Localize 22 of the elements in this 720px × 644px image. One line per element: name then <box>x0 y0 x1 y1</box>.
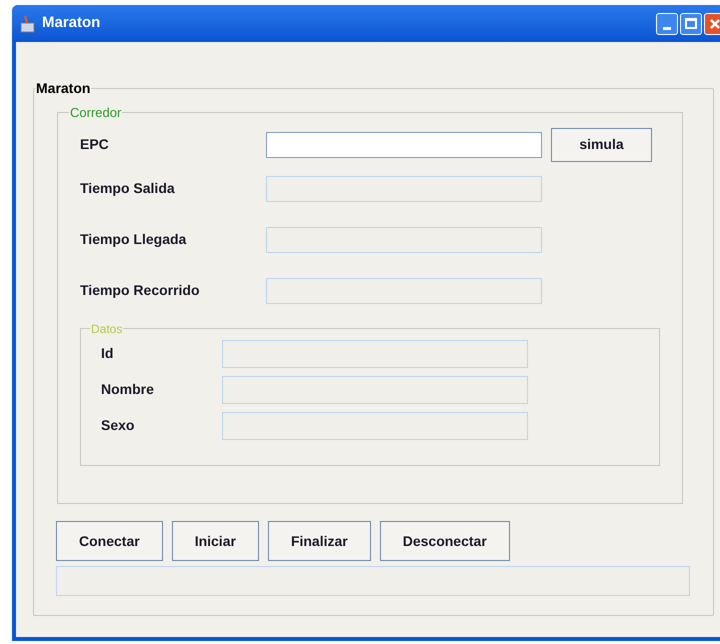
action-button[interactable]: Iniciar <box>172 521 259 561</box>
field-label: Id <box>101 344 114 363</box>
field-label: Tiempo Llegada <box>80 230 188 249</box>
cup-icon <box>20 14 36 32</box>
group-title: Corredor <box>69 104 122 122</box>
text-field[interactable] <box>266 132 542 158</box>
minimize-button[interactable] <box>656 12 678 34</box>
action-button[interactable]: Conectar <box>56 521 163 561</box>
field-label: Tiempo Salida <box>80 179 176 198</box>
action-button[interactable]: Finalizar <box>268 521 371 561</box>
close-icon <box>709 18 720 30</box>
field-label: Nombre <box>101 380 155 399</box>
field-label: Tiempo Recorrido <box>80 281 201 300</box>
action-button[interactable]: Desconectar <box>380 521 510 561</box>
maximize-button[interactable] <box>680 12 702 34</box>
field-label: Sexo <box>101 416 136 435</box>
group-title: Datos <box>90 320 124 338</box>
window-title: Maraton <box>42 13 100 34</box>
close-button[interactable] <box>704 12 720 34</box>
simulate-button[interactable]: simula <box>551 128 652 162</box>
field-label: EPC <box>80 135 110 154</box>
group-title: Maraton <box>35 79 92 98</box>
